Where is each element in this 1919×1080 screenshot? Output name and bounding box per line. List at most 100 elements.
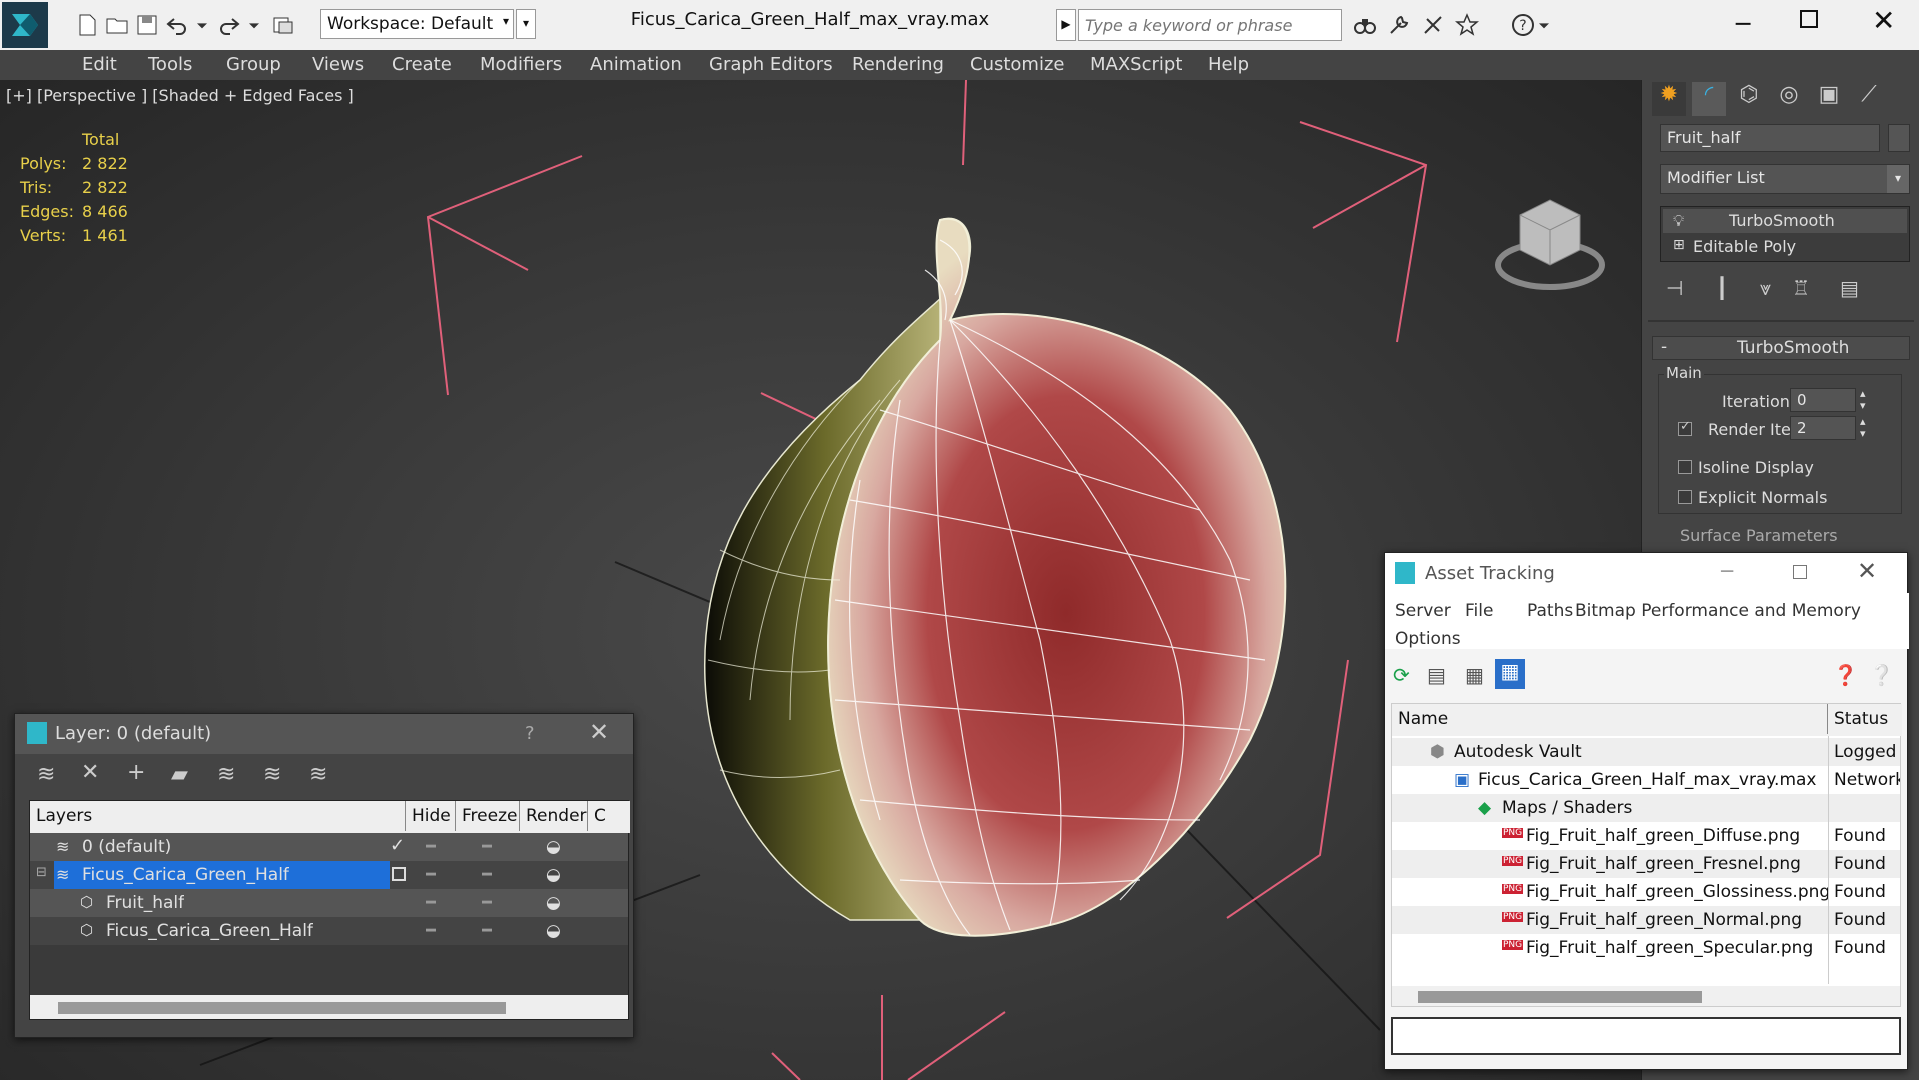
help-settings-icon[interactable]: ❔ bbox=[1869, 663, 1894, 687]
app-logo[interactable] bbox=[2, 2, 48, 48]
expand-plus-icon[interactable]: ⊞ bbox=[1673, 237, 1685, 253]
undo-icon[interactable] bbox=[162, 10, 192, 40]
object-color-swatch[interactable] bbox=[1888, 124, 1910, 152]
maximize-button[interactable] bbox=[1800, 10, 1818, 28]
render-iters-spinner[interactable]: 2 bbox=[1790, 416, 1856, 440]
column-header-hide[interactable]: Hide bbox=[406, 801, 456, 831]
pin-stack-icon[interactable]: ⊣ bbox=[1666, 276, 1683, 300]
hierarchy-tab-icon[interactable]: ⌬ bbox=[1732, 82, 1766, 116]
column-header-name[interactable]: Name bbox=[1392, 704, 1828, 734]
search-input[interactable] bbox=[1078, 9, 1342, 41]
hide-toggle[interactable]: ━ bbox=[426, 893, 436, 913]
column-header-render[interactable]: Render bbox=[520, 801, 588, 831]
motion-tab-icon[interactable]: ◎ bbox=[1772, 82, 1806, 116]
star-icon[interactable] bbox=[1452, 10, 1482, 40]
scrollbar-thumb[interactable] bbox=[58, 1002, 506, 1014]
menu-modifiers[interactable]: Modifiers bbox=[480, 54, 562, 75]
menu-create[interactable]: Create bbox=[392, 54, 452, 75]
modify-tab-icon[interactable]: ◜ bbox=[1692, 82, 1726, 116]
asset-row[interactable]: ◆ Maps / Shaders bbox=[1392, 794, 1900, 822]
help-dropdown-icon[interactable] bbox=[1534, 10, 1554, 40]
configure-sets-icon[interactable]: ▤ bbox=[1840, 276, 1859, 300]
asset-row[interactable]: ▣ Ficus_Carica_Green_Half_max_vray.max N… bbox=[1392, 766, 1900, 794]
open-folder-icon[interactable] bbox=[102, 10, 132, 40]
search-expand-icon[interactable]: ▶ bbox=[1056, 9, 1076, 41]
freeze-toggle[interactable]: ━ bbox=[482, 837, 492, 857]
current-layer-checkmark-icon[interactable]: ✓ bbox=[390, 835, 405, 856]
asset-menu-server[interactable]: Server bbox=[1395, 601, 1451, 621]
hide-toggle[interactable]: ━ bbox=[426, 865, 436, 885]
asset-row[interactable]: PNG Fig_Fruit_half_green_Diffuse.png Fou… bbox=[1392, 822, 1900, 850]
menu-views[interactable]: Views bbox=[312, 54, 364, 75]
menu-animation[interactable]: Animation bbox=[590, 54, 682, 75]
close-button[interactable]: ✕ bbox=[1857, 557, 1877, 585]
lightbulb-icon[interactable]: 💡︎ bbox=[1673, 211, 1684, 231]
refresh-icon[interactable]: ⟳ bbox=[1393, 663, 1410, 687]
layer-row[interactable]: ≋ 0 (default) ✓ ━ ━ ◒ bbox=[30, 833, 628, 861]
scrollbar-thumb[interactable] bbox=[1418, 991, 1702, 1003]
close-button[interactable]: ✕ bbox=[1872, 4, 1895, 37]
render-teapot-icon[interactable]: ◒ bbox=[546, 893, 561, 913]
minimize-button[interactable]: ─ bbox=[1736, 10, 1750, 38]
help-button[interactable]: ? bbox=[525, 723, 535, 744]
workspace-menu-button[interactable]: ▾ bbox=[516, 9, 536, 39]
tree-view-icon[interactable]: ▦ bbox=[1465, 663, 1484, 687]
project-folder-icon[interactable] bbox=[268, 10, 298, 40]
list-view-icon[interactable]: ▤ bbox=[1427, 663, 1446, 687]
create-layer-icon[interactable]: ≋ bbox=[37, 762, 55, 787]
asset-menu-paths[interactable]: Paths bbox=[1527, 601, 1573, 621]
set-current-box-icon[interactable] bbox=[392, 867, 406, 881]
create-tab-icon[interactable]: ✹ bbox=[1652, 82, 1686, 116]
layer-row[interactable]: ⬡ Ficus_Carica_Green_Half ━ ━ ◒ bbox=[30, 917, 628, 945]
utilities-tab-icon[interactable]: ⟋ bbox=[1852, 82, 1886, 116]
freeze-toggle[interactable]: ━ bbox=[482, 893, 492, 913]
asset-row[interactable]: PNG Fig_Fruit_half_green_Fresnel.png Fou… bbox=[1392, 850, 1900, 878]
close-button[interactable]: ✕ bbox=[589, 718, 609, 746]
asset-row[interactable]: PNG Fig_Fruit_half_green_Normal.png Foun… bbox=[1392, 906, 1900, 934]
isoline-display-checkbox[interactable] bbox=[1678, 460, 1692, 474]
spinner-arrows-icon[interactable]: ▴ ▾ bbox=[1860, 388, 1866, 412]
hide-toggle[interactable]: ━ bbox=[426, 921, 436, 941]
asset-menu-options[interactable]: Options bbox=[1395, 629, 1461, 649]
column-header-status[interactable]: Status bbox=[1828, 704, 1902, 734]
column-header-layers[interactable]: Layers bbox=[30, 801, 406, 831]
display-tab-icon[interactable]: ▣ bbox=[1812, 82, 1846, 116]
column-header-freeze[interactable]: Freeze bbox=[456, 801, 520, 831]
asset-path-field[interactable] bbox=[1391, 1017, 1901, 1055]
asset-row[interactable]: ⬢ Autodesk Vault Logged bbox=[1392, 738, 1900, 766]
workspace-dropdown[interactable]: Workspace: Default ▾ bbox=[320, 9, 514, 39]
menu-maxscript[interactable]: MAXScript bbox=[1090, 54, 1182, 75]
modifier-list-dropdown[interactable]: Modifier List ▾ bbox=[1660, 164, 1910, 194]
redo-dropdown-icon[interactable] bbox=[244, 10, 264, 40]
menu-customize[interactable]: Customize bbox=[970, 54, 1064, 75]
asset-row[interactable]: PNG Fig_Fruit_half_green_Specular.png Fo… bbox=[1392, 934, 1900, 962]
maximize-button[interactable] bbox=[1793, 565, 1807, 579]
asset-menu-file[interactable]: File bbox=[1465, 601, 1493, 621]
hide-toggle[interactable]: ━ bbox=[426, 837, 436, 857]
horizontal-scrollbar[interactable] bbox=[1392, 986, 1900, 1006]
select-objects-icon[interactable]: ▰ bbox=[171, 762, 188, 787]
undo-dropdown-icon[interactable] bbox=[192, 10, 212, 40]
menu-help[interactable]: Help bbox=[1208, 54, 1249, 75]
binoculars-icon[interactable] bbox=[1350, 10, 1380, 40]
menu-edit[interactable]: Edit bbox=[82, 54, 117, 75]
add-to-layer-icon[interactable]: + bbox=[127, 760, 145, 785]
layer-properties-icon[interactable]: ≋ bbox=[309, 762, 327, 787]
asset-menu-bitmap-performance[interactable]: Bitmap Performance and Memory bbox=[1575, 601, 1861, 621]
layer-row[interactable]: ⬡ Fruit_half ━ ━ ◒ bbox=[30, 889, 628, 917]
wrench-icon[interactable] bbox=[1384, 10, 1414, 40]
show-end-result-icon[interactable]: ┃ bbox=[1716, 276, 1728, 300]
render-iters-checkbox[interactable]: ✓ bbox=[1678, 419, 1692, 436]
asset-window-title-bar[interactable]: Asset Tracking ─ ✕ bbox=[1385, 553, 1907, 593]
collapse-minus-icon[interactable]: ⊟ bbox=[36, 865, 47, 880]
save-icon[interactable] bbox=[132, 10, 162, 40]
render-teapot-icon[interactable]: ◒ bbox=[546, 921, 561, 941]
freeze-toggle[interactable]: ━ bbox=[482, 921, 492, 941]
redo-icon[interactable] bbox=[214, 10, 244, 40]
freeze-toggle[interactable]: ━ bbox=[482, 865, 492, 885]
minimize-button[interactable]: ─ bbox=[1721, 559, 1733, 583]
layer-row[interactable]: ⊟ ≋ Ficus_Carica_Green_Half ━ ━ ◒ bbox=[30, 861, 628, 889]
menu-tools[interactable]: Tools bbox=[148, 54, 192, 75]
explicit-normals-checkbox[interactable] bbox=[1678, 490, 1692, 504]
rollout-header[interactable]: - TurboSmooth bbox=[1652, 336, 1910, 360]
